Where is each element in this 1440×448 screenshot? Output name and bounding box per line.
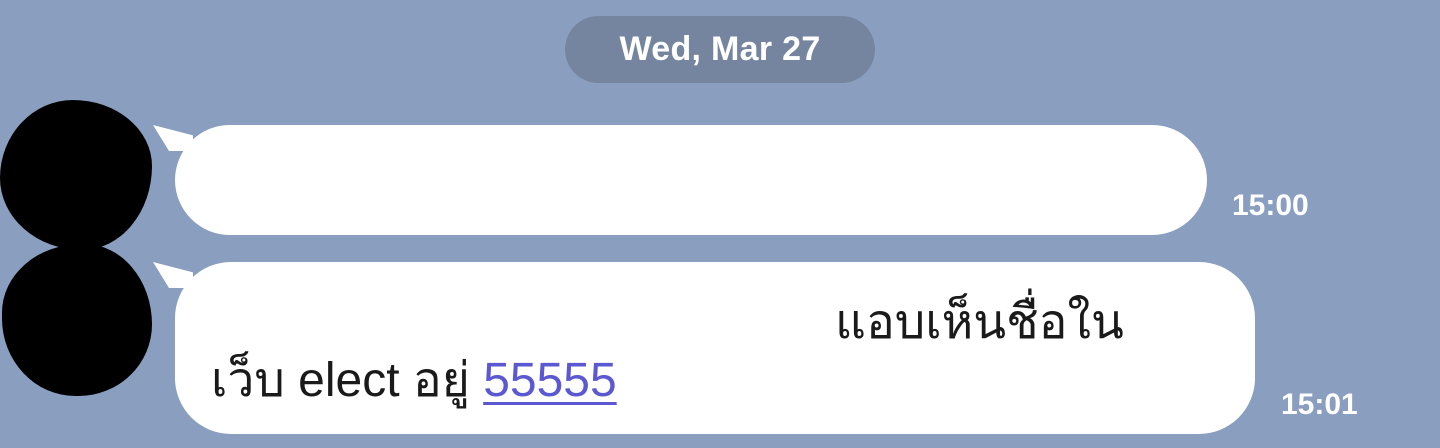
message-bubble[interactable] [175, 125, 1207, 235]
message-link[interactable]: 55555 [483, 354, 616, 407]
message-text: เว็บ elect อยู่ [211, 354, 470, 407]
message-timestamp: 15:00 [1232, 189, 1309, 222]
message-bubble[interactable]: แอบเห็นชื่อใน เว็บ elect อยู่ 55555 [175, 262, 1255, 434]
message-timestamp: 15:01 [1281, 388, 1358, 421]
sender-avatar[interactable] [2, 244, 152, 396]
message-text-line-1: แอบเห็นชื่อใน [835, 296, 1124, 349]
message-text-line-2: เว็บ elect อยู่ 55555 [211, 352, 617, 410]
sender-avatar[interactable] [0, 100, 152, 250]
date-separator: Wed, Mar 27 [565, 16, 875, 83]
